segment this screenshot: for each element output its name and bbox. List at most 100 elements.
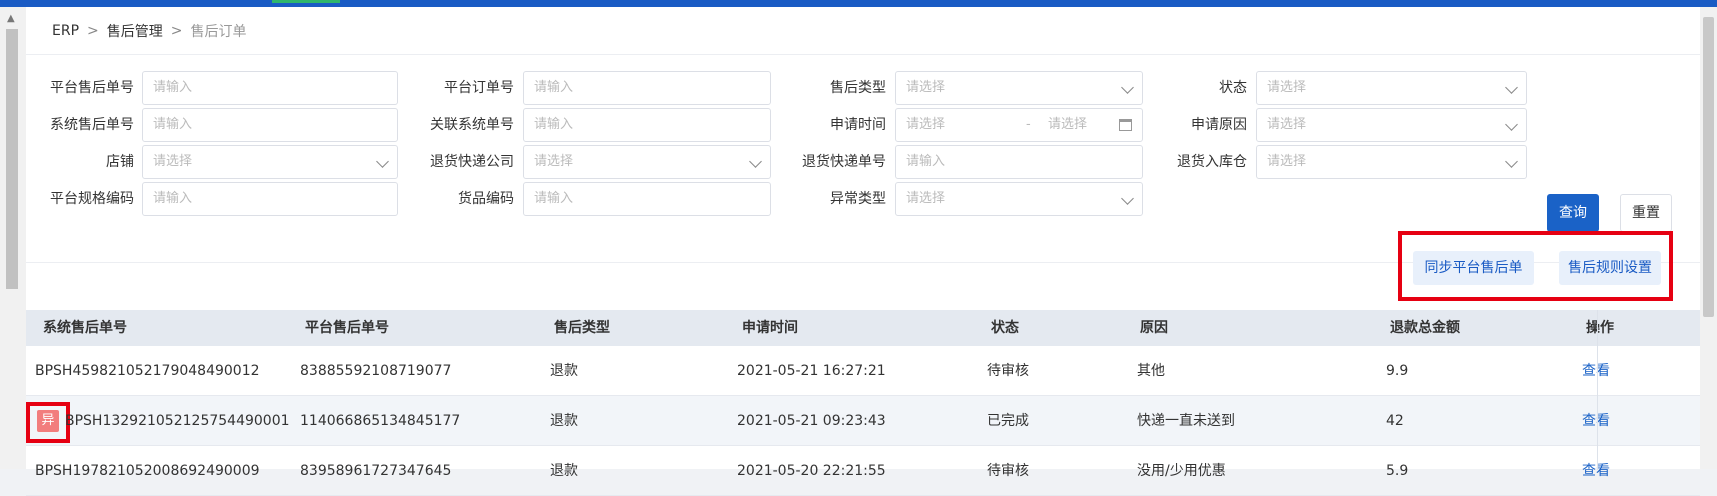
- cell-system-no: BPSH132921052125754490001: [65, 413, 290, 429]
- cell-amount: 5.9: [1386, 463, 1409, 479]
- label-platform-sku-code: 平台规格编码: [50, 191, 134, 207]
- label-goods-code: 货品编码: [458, 191, 514, 207]
- query-button[interactable]: 查询: [1547, 194, 1599, 232]
- apply-reason-select[interactable]: 请选择: [1256, 108, 1527, 142]
- sync-platform-after-sale-button[interactable]: 同步平台售后单: [1413, 251, 1534, 285]
- cell-apply-time: 2021-05-21 09:23:43: [737, 413, 886, 429]
- cell-reason: 没用/少用优惠: [1137, 463, 1226, 479]
- exception-type-select[interactable]: 请选择: [895, 182, 1143, 216]
- col-status: 状态: [991, 320, 1019, 336]
- table-row: BPSH459821052179048490012 83885592108719…: [26, 346, 1700, 396]
- status-select[interactable]: 请选择: [1256, 71, 1527, 105]
- apply-reason-placeholder: 请选择: [1267, 117, 1307, 132]
- after-sale-type-select[interactable]: 请选择: [895, 71, 1143, 105]
- cell-platform-no: 114066865134845177: [300, 413, 461, 429]
- related-system-no-input[interactable]: 请输入: [523, 108, 771, 142]
- chevron-down-icon: [749, 155, 762, 168]
- cell-apply-time: 2021-05-20 22:21:55: [737, 463, 886, 479]
- chevron-down-icon: [1121, 81, 1134, 94]
- chevron-down-icon: [1121, 192, 1134, 205]
- platform-order-no-input[interactable]: 请输入: [523, 71, 771, 105]
- label-after-sale-type: 售后类型: [830, 80, 886, 96]
- cell-platform-no: 83958961727347645: [300, 463, 452, 479]
- col-platform-no: 平台售后单号: [305, 320, 389, 336]
- left-scrollbar-thumb[interactable]: [6, 29, 18, 289]
- breadcrumb-after-sale-mgmt[interactable]: 售后管理: [107, 21, 163, 41]
- apply-time-range[interactable]: 请选择 - 请选择: [895, 108, 1143, 142]
- cell-status: 已完成: [987, 413, 1029, 429]
- return-warehouse-select[interactable]: 请选择: [1256, 145, 1527, 179]
- return-express-no-input[interactable]: 请输入: [895, 145, 1143, 179]
- label-return-express-company: 退货快递公司: [430, 154, 514, 170]
- right-scrollbar-thumb[interactable]: [1703, 17, 1714, 317]
- cell-apply-time: 2021-05-21 16:27:21: [737, 363, 886, 379]
- chevron-right-icon: >: [87, 22, 99, 39]
- exception-badge: 异: [37, 410, 59, 432]
- view-link[interactable]: 查看: [1582, 446, 1610, 496]
- view-link[interactable]: 查看: [1582, 396, 1610, 446]
- cell-type: 退款: [550, 463, 578, 479]
- label-related-system-no: 关联系统单号: [430, 117, 514, 133]
- breadcrumb: ERP > 售后管理 > 售后订单: [26, 7, 1700, 55]
- col-apply-time: 申请时间: [742, 320, 798, 336]
- label-system-after-sale-no: 系统售后单号: [50, 117, 134, 133]
- label-platform-after-sale-no: 平台售后单号: [50, 80, 134, 96]
- col-reason: 原因: [1140, 320, 1168, 336]
- top-bar: [0, 0, 1717, 7]
- col-amount: 退款总金额: [1390, 320, 1460, 336]
- goods-code-input[interactable]: 请输入: [523, 182, 771, 216]
- cell-type: 退款: [550, 413, 578, 429]
- label-apply-reason: 申请原因: [1191, 117, 1247, 133]
- calendar-icon: [1119, 119, 1132, 131]
- cell-reason: 其他: [1137, 363, 1165, 379]
- label-exception-type: 异常类型: [830, 191, 886, 207]
- view-link[interactable]: 查看: [1582, 346, 1610, 396]
- scroll-up-icon[interactable]: ▲: [7, 13, 15, 24]
- after-sale-type-placeholder: 请选择: [906, 80, 946, 95]
- system-after-sale-no-input[interactable]: 请输入: [142, 108, 398, 142]
- col-type: 售后类型: [554, 320, 610, 336]
- chevron-down-icon: [1505, 155, 1518, 168]
- apply-time-start[interactable]: 请选择: [906, 117, 945, 132]
- main-panel: ERP > 售后管理 > 售后订单 平台售后单号 请输入 平台订单号 请输入 售…: [26, 7, 1700, 496]
- table-header: 系统售后单号 平台售后单号 售后类型 申请时间 状态 原因 退款总金额 操作: [26, 310, 1700, 346]
- chevron-down-icon: [1505, 118, 1518, 131]
- label-status: 状态: [1219, 80, 1247, 96]
- chevron-down-icon: [1505, 81, 1518, 94]
- left-scrollbar[interactable]: ▲: [0, 7, 26, 469]
- status-placeholder: 请选择: [1267, 80, 1307, 95]
- label-platform-order-no: 平台订单号: [444, 80, 514, 96]
- action-column-divider: [1597, 310, 1598, 470]
- cell-status: 待审核: [987, 463, 1029, 479]
- table-row: BPSH197821052008692490009 83958961727347…: [26, 446, 1700, 496]
- cell-type: 退款: [550, 363, 578, 379]
- return-express-company-select[interactable]: 请选择: [523, 145, 771, 179]
- breadcrumb-erp[interactable]: ERP: [52, 23, 79, 39]
- col-system-no: 系统售后单号: [43, 320, 127, 336]
- label-return-warehouse: 退货入库仓: [1177, 154, 1247, 170]
- cell-amount: 9.9: [1386, 363, 1409, 379]
- label-apply-time: 申请时间: [830, 117, 886, 133]
- table-row: 异 BPSH132921052125754490001 114066865134…: [26, 396, 1700, 446]
- shop-select[interactable]: 请选择: [142, 145, 398, 179]
- after-sale-rules-button[interactable]: 售后规则设置: [1559, 251, 1661, 285]
- shop-placeholder: 请选择: [153, 154, 193, 169]
- cell-reason: 快递一直未送到: [1137, 413, 1235, 429]
- breadcrumb-current: 售后订单: [190, 23, 247, 40]
- platform-after-sale-no-input[interactable]: 请输入: [142, 71, 398, 105]
- cell-platform-no: 83885592108719077: [300, 363, 452, 379]
- label-shop: 店铺: [106, 154, 134, 170]
- right-scrollbar[interactable]: [1700, 7, 1717, 469]
- chevron-right-icon: >: [170, 22, 183, 39]
- reset-button[interactable]: 重置: [1620, 194, 1672, 232]
- platform-sku-code-input[interactable]: 请输入: [142, 182, 398, 216]
- return-warehouse-placeholder: 请选择: [1267, 154, 1307, 169]
- cell-system-no: BPSH459821052179048490012: [35, 363, 260, 379]
- return-express-company-placeholder: 请选择: [534, 154, 574, 169]
- cell-amount: 42: [1386, 413, 1404, 429]
- cell-system-no: BPSH197821052008692490009: [35, 463, 260, 479]
- chevron-down-icon: [376, 155, 389, 168]
- range-separator: -: [1026, 117, 1031, 132]
- cell-status: 待审核: [987, 363, 1029, 379]
- apply-time-end[interactable]: 请选择: [1048, 109, 1087, 141]
